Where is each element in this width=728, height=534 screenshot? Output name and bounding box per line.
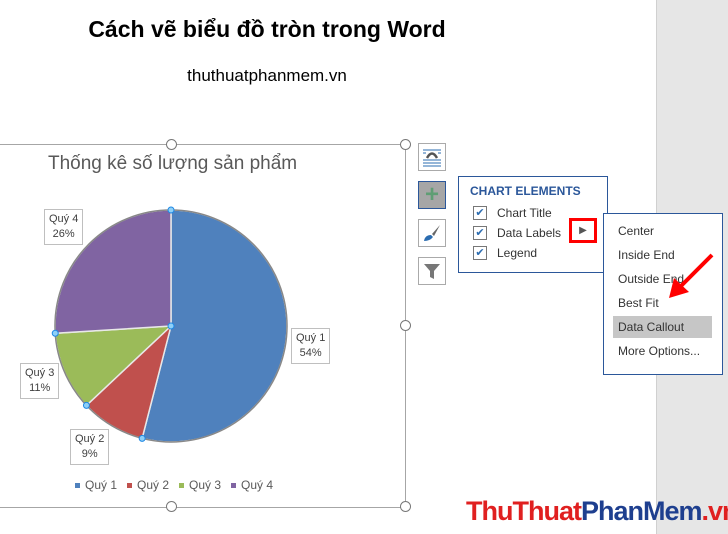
checkbox-checked-icon[interactable]: ✔ <box>473 206 487 220</box>
menu-item-center[interactable]: Center <box>613 220 712 242</box>
legend-item: Quý 4 <box>231 478 273 492</box>
checkbox-checked-icon[interactable]: ✔ <box>473 226 487 240</box>
data-callout-q2[interactable]: Quý 2 9% <box>70 429 110 465</box>
chart-title-option[interactable]: ✔ Chart Title <box>473 206 552 220</box>
legend-label: Quý 3 <box>189 478 222 492</box>
watermark-logo: ThuThuatPhanMem.vn <box>466 496 728 526</box>
callout-value: 9% <box>81 448 98 460</box>
callout-category: Quý 4 <box>49 213 79 225</box>
chart-filters-button[interactable] <box>418 257 446 285</box>
callout-category: Quý 1 <box>296 332 326 344</box>
red-arrow-annotation <box>669 253 714 298</box>
callout-category: Quý 2 <box>75 433 105 445</box>
legend-item: Quý 3 <box>179 478 221 492</box>
legend-option[interactable]: ✔ Legend <box>473 246 537 260</box>
option-label: Legend <box>497 246 538 260</box>
brush-icon <box>424 225 440 241</box>
selection-handle[interactable] <box>167 322 175 330</box>
legend-item: Quý 1 <box>75 478 117 492</box>
option-label: Data Labels <box>497 226 562 240</box>
selection-handle[interactable] <box>167 206 175 214</box>
data-callout-q1[interactable]: Quý 1 54% <box>291 328 331 364</box>
triangle-right-icon: ▶ <box>579 225 587 236</box>
menu-item-more-options[interactable]: More Options... <box>613 340 712 362</box>
layout-options-icon <box>423 149 441 167</box>
legend-label: Quý 2 <box>137 478 170 492</box>
filter-icon <box>424 264 440 279</box>
legend-item: Quý 2 <box>127 478 169 492</box>
data-callout-q4[interactable]: Quý 4 26% <box>44 209 84 245</box>
selection-handle[interactable] <box>51 329 59 337</box>
callout-value: 26% <box>52 228 75 240</box>
data-callout-q3[interactable]: Quý 3 11% <box>20 363 60 399</box>
data-labels-submenu-button[interactable]: ▶ <box>569 218 597 243</box>
legend-label: Quý 4 <box>241 478 274 492</box>
callout-category: Quý 3 <box>25 367 55 379</box>
legend-label: Quý 1 <box>85 478 118 492</box>
chart-elements-button[interactable]: + <box>418 181 446 209</box>
legend-swatch <box>127 483 133 489</box>
menu-item-data-callout[interactable]: Data Callout <box>613 316 712 338</box>
data-labels-option[interactable]: ✔ Data Labels <box>473 226 561 240</box>
legend-swatch <box>231 483 237 489</box>
option-label: Chart Title <box>497 206 552 220</box>
chart-legend[interactable]: Quý 1 Quý 2 Quý 3 Quý 4 <box>75 478 273 492</box>
plus-icon: + <box>424 181 439 208</box>
legend-swatch <box>179 483 185 489</box>
callout-value: 11% <box>29 382 51 394</box>
panel-heading: CHART ELEMENTS <box>470 184 581 198</box>
selection-handle[interactable] <box>138 434 146 442</box>
selection-handle[interactable] <box>82 401 90 409</box>
chart-styles-button[interactable] <box>418 219 446 247</box>
callout-value: 54% <box>299 347 322 359</box>
checkbox-checked-icon[interactable]: ✔ <box>473 246 487 260</box>
layout-options-button[interactable] <box>418 143 446 171</box>
legend-swatch <box>75 483 80 489</box>
pie-chart[interactable] <box>0 0 410 510</box>
